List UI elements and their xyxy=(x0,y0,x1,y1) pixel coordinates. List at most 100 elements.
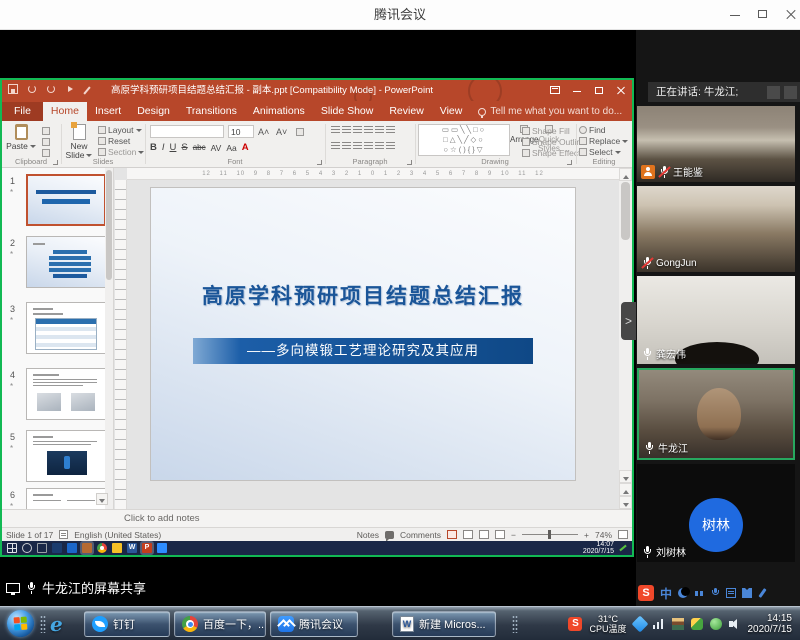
scroll-down-button[interactable] xyxy=(619,470,632,483)
zoom-slider[interactable] xyxy=(522,534,578,535)
change-case-button[interactable]: Aa xyxy=(226,143,236,153)
normal-view-button[interactable] xyxy=(447,530,457,539)
comments-toggle[interactable]: Comments xyxy=(400,530,441,540)
replace-button[interactable]: Replace xyxy=(579,136,628,146)
reading-view-button[interactable] xyxy=(479,530,489,539)
minimize-button[interactable] xyxy=(722,0,748,30)
remote-taskview-icon[interactable] xyxy=(37,543,47,553)
slide-thumbnail-3[interactable] xyxy=(26,302,106,354)
remote-meeting-icon[interactable] xyxy=(157,543,167,553)
zoom-out-button[interactable]: − xyxy=(511,530,516,540)
internet-explorer-icon[interactable]: e xyxy=(50,612,63,636)
taskbar-button-word[interactable]: W 新建 Micros... xyxy=(392,611,496,637)
copy-button[interactable] xyxy=(42,137,52,147)
char-spacing-button[interactable]: AV xyxy=(211,143,222,153)
taskbar-button-dingtalk[interactable]: 钉钉 xyxy=(84,611,170,637)
paste-button[interactable]: Paste xyxy=(4,124,38,151)
paragraph-row2[interactable] xyxy=(330,141,396,153)
sogou-tray-icon[interactable]: S xyxy=(568,617,582,631)
font-size-box[interactable]: 10 xyxy=(228,125,254,138)
remote-start-icon[interactable] xyxy=(7,543,17,553)
notes-toggle[interactable]: Notes xyxy=(357,530,379,540)
tab-slideshow[interactable]: Slide Show xyxy=(313,102,382,121)
volume-icon[interactable] xyxy=(729,618,741,630)
voice-input-icon[interactable] xyxy=(710,588,720,598)
shapes-gallery[interactable]: ▭▭╲╲□○ □△╲╱◇○ ○☆(){}▽ xyxy=(418,124,510,156)
skin-icon[interactable] xyxy=(742,588,752,598)
close-button[interactable] xyxy=(778,0,800,30)
find-button[interactable]: Find xyxy=(579,125,606,135)
tray-green-icon[interactable] xyxy=(691,618,703,630)
fullhalf-moon-icon[interactable] xyxy=(678,588,688,598)
scroll-up-button[interactable] xyxy=(619,168,632,181)
participant-tile-4[interactable]: 牛龙江 xyxy=(637,368,795,460)
slide[interactable]: 高原学科预研项目结题总结汇报 ——多向模锻工艺理论研究及其应用 xyxy=(151,188,575,480)
taskbar-button-meeting[interactable]: 腾讯会议 xyxy=(270,611,358,637)
paragraph-row1[interactable] xyxy=(330,125,396,137)
thumbnail-scrollbar[interactable] xyxy=(105,168,113,509)
tell-me-box[interactable]: Tell me what you want to do... xyxy=(470,106,630,121)
participant-tile-5[interactable]: 树林 刘树林 xyxy=(637,464,795,562)
next-slide-button[interactable] xyxy=(619,496,632,509)
tab-home[interactable]: Home xyxy=(43,102,87,121)
slide-thumbnail-1[interactable] xyxy=(26,174,106,226)
fit-to-window-button[interactable] xyxy=(618,530,628,539)
slide-sorter-view-button[interactable] xyxy=(463,530,473,539)
input-mode-chinese[interactable]: 中 xyxy=(660,585,672,602)
remote-search-icon[interactable] xyxy=(22,543,32,553)
clear-format-button[interactable] xyxy=(296,127,306,137)
tab-insert[interactable]: Insert xyxy=(87,102,129,121)
remote-word-icon[interactable]: W xyxy=(127,543,137,553)
tab-review[interactable]: Review xyxy=(381,102,431,121)
tab-animations[interactable]: Animations xyxy=(245,102,313,121)
slide-thumbnail-6[interactable] xyxy=(26,488,106,509)
section-button[interactable]: Section xyxy=(98,147,144,157)
dingtalk-tray-icon[interactable] xyxy=(631,616,648,633)
punctuation-icon[interactable] xyxy=(694,588,704,598)
slide-thumbnail-2[interactable] xyxy=(26,236,106,288)
tab-design[interactable]: Design xyxy=(129,102,178,121)
tab-view[interactable]: View xyxy=(432,102,471,121)
tab-file[interactable]: File xyxy=(2,102,43,121)
remote-powerpoint-icon[interactable]: P xyxy=(142,543,152,553)
grow-font-button[interactable]: A˄ xyxy=(258,127,269,137)
tray-app-icon[interactable] xyxy=(672,618,684,630)
layout-button[interactable]: Layout xyxy=(98,125,142,135)
thumbnail-scroll-down-button[interactable] xyxy=(96,493,108,505)
strikethrough-button[interactable]: S xyxy=(181,142,187,153)
settings-wrench-icon[interactable] xyxy=(758,588,766,598)
sogou-logo[interactable]: S xyxy=(638,585,654,601)
tab-transitions[interactable]: Transitions xyxy=(178,102,245,121)
participant-tile-3[interactable]: 龚宏伟 xyxy=(637,276,795,364)
taskbar-clock[interactable]: 14:152020/7/15 xyxy=(748,613,793,635)
previous-slide-button[interactable] xyxy=(619,483,632,496)
ribbon-display-options-icon[interactable] xyxy=(544,80,566,101)
italic-button[interactable]: I xyxy=(162,142,165,153)
shrink-font-button[interactable]: A˅ xyxy=(276,127,287,137)
maximize-button[interactable] xyxy=(750,0,776,30)
bold-button[interactable]: B xyxy=(150,142,157,153)
remote-chrome-icon[interactable] xyxy=(97,543,107,553)
remote-app-icon-2[interactable] xyxy=(67,543,77,553)
remote-app-icon-1[interactable] xyxy=(52,543,62,553)
notes-pane[interactable]: Click to add notes xyxy=(2,509,632,527)
language-indicator[interactable]: English (United States) xyxy=(74,530,161,540)
ppt-minimize-button[interactable] xyxy=(566,80,588,101)
network-signal-icon[interactable] xyxy=(653,619,665,629)
slideshow-view-button[interactable] xyxy=(495,530,505,539)
shape-fill-button[interactable]: Shape Fill xyxy=(522,126,570,136)
ppt-close-button[interactable] xyxy=(610,80,632,101)
antivirus-tray-icon[interactable] xyxy=(710,618,722,630)
remote-explorer-icon[interactable] xyxy=(112,543,122,553)
spellcheck-icon[interactable] xyxy=(59,530,68,539)
new-slide-button[interactable]: NewSlide xyxy=(62,124,96,160)
cut-button[interactable] xyxy=(42,126,52,136)
sidebar-collapse-handle[interactable]: > xyxy=(621,302,636,340)
slide-thumbnail-4[interactable] xyxy=(26,368,106,420)
slide-thumbnail-5[interactable] xyxy=(26,430,106,482)
scrollbar-thumb[interactable] xyxy=(621,182,630,240)
start-button[interactable] xyxy=(7,610,34,637)
underline-button[interactable]: U xyxy=(170,142,177,153)
participant-tile-2[interactable]: GongJun xyxy=(637,186,795,272)
soft-keyboard-icon[interactable] xyxy=(726,588,736,598)
